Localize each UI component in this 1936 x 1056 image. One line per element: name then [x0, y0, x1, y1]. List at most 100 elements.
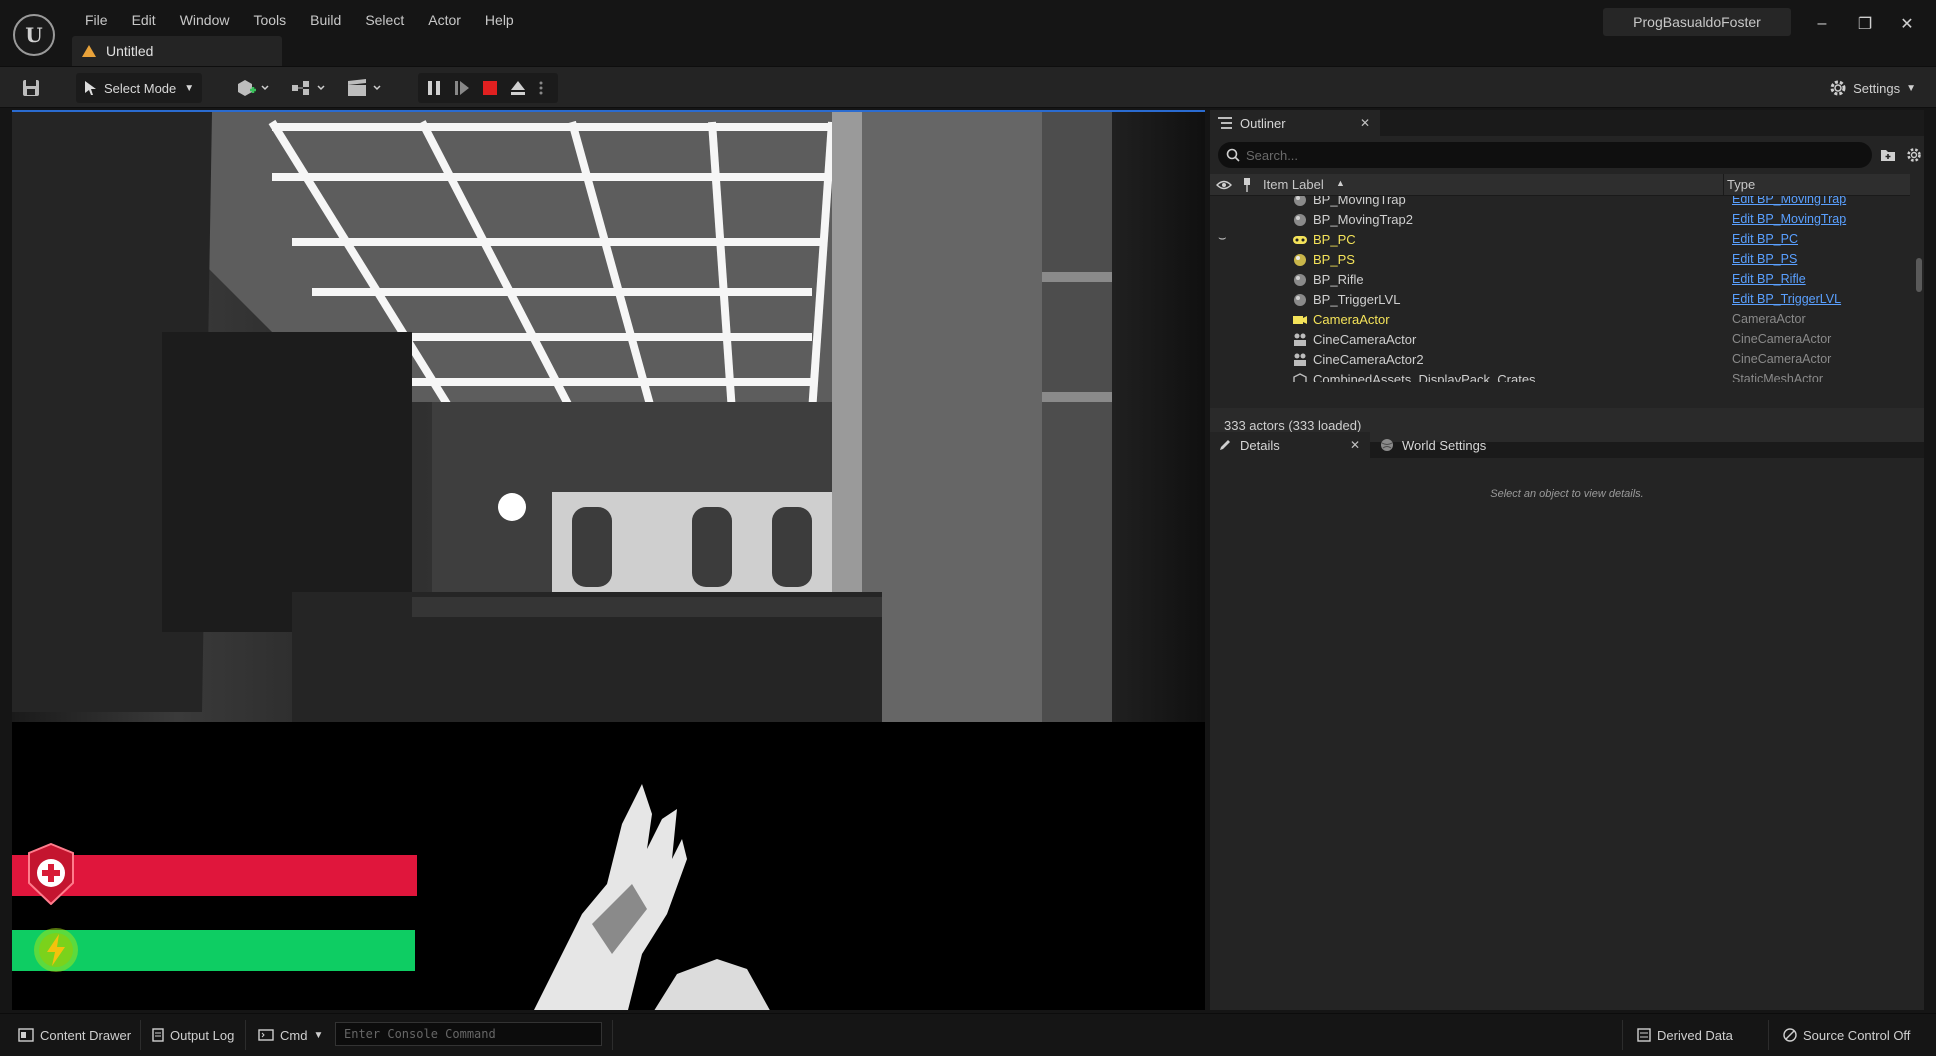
pencil-icon: [1220, 440, 1230, 450]
cinematics-button[interactable]: [346, 73, 384, 103]
content-drawer-icon: [18, 1028, 34, 1042]
cmd-label: Cmd: [280, 1027, 308, 1043]
details-tab-label: Details: [1240, 437, 1280, 453]
row-label: BP_Rifle: [1313, 272, 1364, 287]
level-icon: [82, 45, 96, 57]
chevron-down-icon: ▼: [1906, 82, 1916, 94]
row-label: BP_MovingTrap2: [1313, 212, 1413, 227]
user-account[interactable]: ProgBasualdoFoster: [1603, 8, 1791, 36]
outliner-scrollbar[interactable]: [1916, 258, 1922, 292]
more-options-icon[interactable]: [538, 80, 544, 96]
chevron-down-icon: ▼: [313, 1029, 324, 1041]
select-mode-button[interactable]: Select Mode ▼: [76, 73, 202, 103]
row-type-link[interactable]: Edit BP_PC: [1732, 232, 1798, 246]
level-viewport[interactable]: [12, 110, 1205, 1010]
step-frame-icon[interactable]: [454, 80, 470, 96]
derived-data-label: Derived Data: [1657, 1027, 1733, 1043]
list-item[interactable]: CameraActor CameraActor: [1210, 310, 1910, 330]
content-drawer-label: Content Drawer: [40, 1027, 132, 1043]
outliner-icon: [1218, 117, 1232, 129]
console-command-input[interactable]: Enter Console Command: [335, 1022, 602, 1046]
outliner-tab[interactable]: Outliner ✕: [1210, 110, 1380, 136]
details-tab[interactable]: Details ✕: [1210, 432, 1370, 458]
cine-camera-icon: [1294, 333, 1306, 346]
status-bar: Content Drawer Output Log Cmd ▼ Enter Co…: [0, 1013, 1936, 1056]
outliner-rows: BP_MovingTrap Edit BP_MovingTrap BP_Movi…: [1210, 196, 1910, 382]
content-drawer-button[interactable]: Content Drawer: [18, 1023, 131, 1047]
outliner-column-header: Item Label ▲ Type: [1210, 174, 1910, 196]
list-item[interactable]: BP_TriggerLVL Edit BP_TriggerLVL: [1210, 290, 1910, 310]
source-control-button[interactable]: Source Control Off: [1783, 1023, 1910, 1047]
row-type-link[interactable]: Edit BP_MovingTrap: [1732, 196, 1846, 206]
menu-help[interactable]: Help: [473, 10, 526, 30]
pin-icon[interactable]: [1242, 178, 1252, 192]
cmd-dropdown[interactable]: Cmd ▼: [258, 1023, 323, 1047]
menu-window[interactable]: Window: [168, 10, 242, 30]
source-control-label: Source Control Off: [1803, 1027, 1911, 1043]
save-icon[interactable]: [22, 73, 40, 103]
stop-icon[interactable]: [482, 80, 498, 96]
chevron-down-icon: ▼: [184, 82, 195, 94]
main-toolbar: Select Mode ▼ Settings ▼: [0, 66, 1936, 108]
menu-build[interactable]: Build: [298, 10, 353, 30]
row-label: BP_PC: [1313, 232, 1356, 247]
restore-icon[interactable]: ❐: [1851, 10, 1879, 38]
settings-button[interactable]: Settings ▼: [1829, 73, 1916, 103]
eye-icon[interactable]: [1216, 180, 1232, 190]
list-item[interactable]: CineCameraActor CineCameraActor: [1210, 330, 1910, 350]
document-tab[interactable]: Untitled: [72, 36, 282, 66]
menu-file[interactable]: File: [73, 10, 120, 30]
close-icon[interactable]: ✕: [1893, 10, 1921, 38]
item-label-column[interactable]: Item Label: [1263, 177, 1324, 192]
menu-bar: File Edit Window Tools Build Select Acto…: [73, 10, 526, 30]
visibility-toggle-icon[interactable]: ⌣: [1218, 230, 1227, 246]
blueprint-actor-icon: [1294, 294, 1306, 306]
add-folder-icon[interactable]: [1880, 148, 1896, 162]
game-scene: [12, 112, 1112, 722]
add-actor-button[interactable]: [236, 73, 270, 103]
list-item[interactable]: ⌣ BP_PC Edit BP_PC: [1210, 230, 1910, 250]
unreal-logo-icon[interactable]: U: [13, 14, 55, 56]
row-type-link[interactable]: Edit BP_Rifle: [1732, 272, 1806, 286]
list-item[interactable]: BP_PS Edit BP_PS: [1210, 250, 1910, 270]
derived-data-button[interactable]: Derived Data: [1637, 1023, 1733, 1047]
camera-icon: [1293, 316, 1307, 324]
globe-icon: [1381, 439, 1393, 451]
gear-icon: [1830, 80, 1846, 96]
row-type-link[interactable]: Edit BP_PS: [1732, 252, 1797, 266]
menu-edit[interactable]: Edit: [120, 10, 168, 30]
list-item[interactable]: BP_Rifle Edit BP_Rifle: [1210, 270, 1910, 290]
scene-render: [12, 112, 1112, 722]
details-panel: Select an object to view details.: [1210, 458, 1924, 1010]
close-icon[interactable]: ✕: [1360, 116, 1370, 130]
outliner-search-input[interactable]: Search...: [1218, 142, 1872, 168]
list-item[interactable]: CineCameraActor2 CineCameraActor: [1210, 350, 1910, 370]
row-type-link[interactable]: Edit BP_MovingTrap: [1732, 212, 1846, 226]
play-controls: [418, 73, 558, 103]
energy-bolt-icon: [34, 928, 78, 972]
row-label: BP_PS: [1313, 252, 1355, 267]
close-icon[interactable]: ✕: [1350, 438, 1360, 452]
type-column[interactable]: Type: [1727, 177, 1755, 192]
eject-icon[interactable]: [510, 80, 526, 96]
row-label: CameraActor: [1313, 312, 1390, 327]
row-type-link[interactable]: Edit BP_TriggerLVL: [1732, 292, 1841, 306]
menu-select[interactable]: Select: [353, 10, 416, 30]
menu-tools[interactable]: Tools: [241, 10, 298, 30]
output-log-button[interactable]: Output Log: [152, 1023, 234, 1047]
health-shield-icon: [28, 843, 74, 905]
blueprint-button[interactable]: [290, 73, 328, 103]
list-item[interactable]: BP_MovingTrap Edit BP_MovingTrap: [1210, 196, 1910, 210]
world-settings-tab[interactable]: World Settings: [1372, 432, 1522, 458]
row-type: CameraActor: [1732, 312, 1806, 326]
minimize-icon[interactable]: –: [1808, 10, 1836, 38]
menu-actor[interactable]: Actor: [416, 10, 473, 30]
list-item[interactable]: BP_MovingTrap2 Edit BP_MovingTrap: [1210, 210, 1910, 230]
player-state-icon: [1294, 254, 1306, 266]
row-type: StaticMeshActor: [1732, 372, 1824, 382]
list-item[interactable]: CombinedAssets_DisplayPack_Crates Static…: [1210, 370, 1910, 382]
output-log-label: Output Log: [170, 1027, 235, 1043]
gear-icon[interactable]: [1906, 147, 1922, 163]
pause-icon[interactable]: [426, 80, 442, 96]
row-type: CineCameraActor: [1732, 352, 1832, 366]
